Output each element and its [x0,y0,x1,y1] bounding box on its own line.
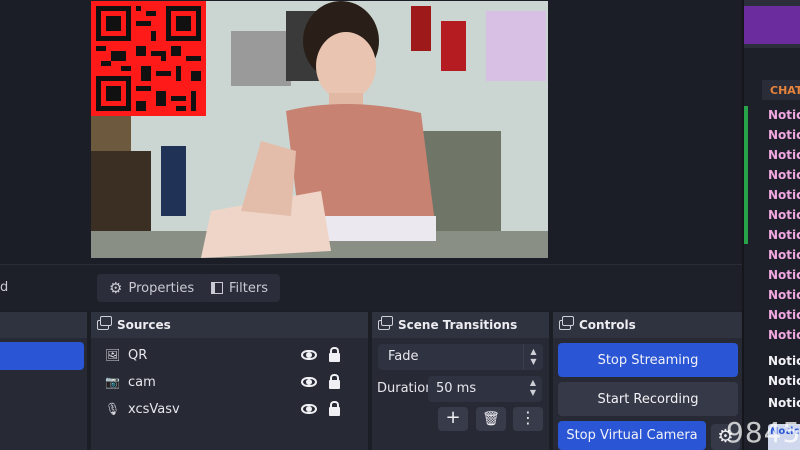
chat-banner [744,6,800,44]
transition-menu-button[interactable]: ⋮ [513,407,543,431]
transitions-dock-header[interactable]: Scene Transitions [372,312,549,338]
remove-transition-button[interactable]: 🗑 [476,407,506,431]
chat-message: Notice [768,396,800,410]
undock-icon [97,316,112,330]
chat-message: Notice [768,188,800,202]
chat-message: Notice [768,328,800,342]
lock-icon[interactable] [329,400,340,416]
undock-icon [559,316,574,330]
eye-icon[interactable] [301,350,317,360]
chat-message: Notice [768,148,800,162]
lock-icon[interactable] [329,346,340,362]
chevron-updown-icon: ▲ ▼ [523,344,543,370]
undock-icon [378,316,393,330]
chat-message: Notice [768,128,800,142]
filter-icon [211,282,223,294]
transitions-title: Scene Transitions [398,318,518,332]
qr-code-overlay [91,1,206,116]
source-item-xcsvasv[interactable]: 🎙 xcsVasv [91,396,368,422]
plus-icon: + [445,407,461,428]
scenes-dock [0,312,87,450]
controls-title: Controls [579,318,636,332]
stop-streaming-label: Stop Streaming [597,352,699,368]
duration-label: Duration [377,381,434,396]
scene-item-selected[interactable] [0,342,84,370]
chat-message: Notice [768,354,800,368]
chat-message: Notice [768,248,800,262]
trash-icon: 🗑 [482,411,500,427]
stop-virtual-camera-button[interactable]: Stop Virtual Camera [558,421,706,450]
spinner-icon[interactable]: ▲ ▼ [526,378,540,400]
scene-name-label: d [0,280,9,295]
start-recording-label: Start Recording [597,391,699,407]
chat-message: Notice [768,268,800,282]
source-item-qr[interactable]: 🖼 QR [91,342,368,368]
chat-message: Notice [768,228,800,242]
lock-icon[interactable] [329,373,340,389]
chat-message: Notice [768,108,800,122]
source-item-cam[interactable]: 📷 cam [91,369,368,395]
gear-icon: ⚙ [109,279,123,297]
camera-icon: 📷 [105,375,120,389]
sources-title: Sources [117,318,171,332]
duration-field[interactable]: 50 ms ▲ ▼ [428,376,542,402]
transition-select[interactable]: Fade ▲ ▼ [378,344,543,370]
scene-transitions-dock: Scene Transitions Fade ▲ ▼ Duration 50 ms… [372,312,549,450]
start-recording-button[interactable]: Start Recording [558,382,738,416]
filters-button[interactable]: Filters [199,274,280,302]
chat-tab-label: CHAT [770,84,800,97]
properties-button[interactable]: ⚙ Properties [97,274,207,302]
overlay-number: 9845 [726,416,800,449]
chat-message: Notice [768,308,800,322]
live-indicator-bar [744,106,748,244]
properties-label: Properties [128,280,195,296]
microphone-icon: 🎙 [105,402,121,416]
image-icon: 🖼 [105,348,121,362]
filters-label: Filters [229,280,268,296]
source-label: cam [128,374,156,390]
scenes-dock-header [0,312,87,338]
controls-dock-header[interactable]: Controls [553,312,742,338]
chat-tab[interactable]: CHAT [762,80,800,100]
add-transition-button[interactable]: + [438,407,468,431]
chat-message: Notice [768,288,800,302]
more-vertical-icon: ⋮ [520,408,536,427]
chat-message: Notice [768,208,800,222]
chat-message: Notice [768,168,800,182]
source-label: xcsVasv [128,401,180,417]
sources-dock: Sources 🖼 QR 📷 cam 🎙 xcsVasv [91,312,368,450]
eye-icon[interactable] [301,377,317,387]
eye-icon[interactable] [301,404,317,414]
source-label: QR [128,347,148,363]
stop-streaming-button[interactable]: Stop Streaming [558,343,738,377]
duration-value: 50 ms [436,381,477,396]
stop-virtual-camera-label: Stop Virtual Camera [566,428,698,443]
transition-selected-value: Fade [388,349,419,364]
sources-dock-header[interactable]: Sources [91,312,368,338]
chat-message: Notice [768,374,800,388]
